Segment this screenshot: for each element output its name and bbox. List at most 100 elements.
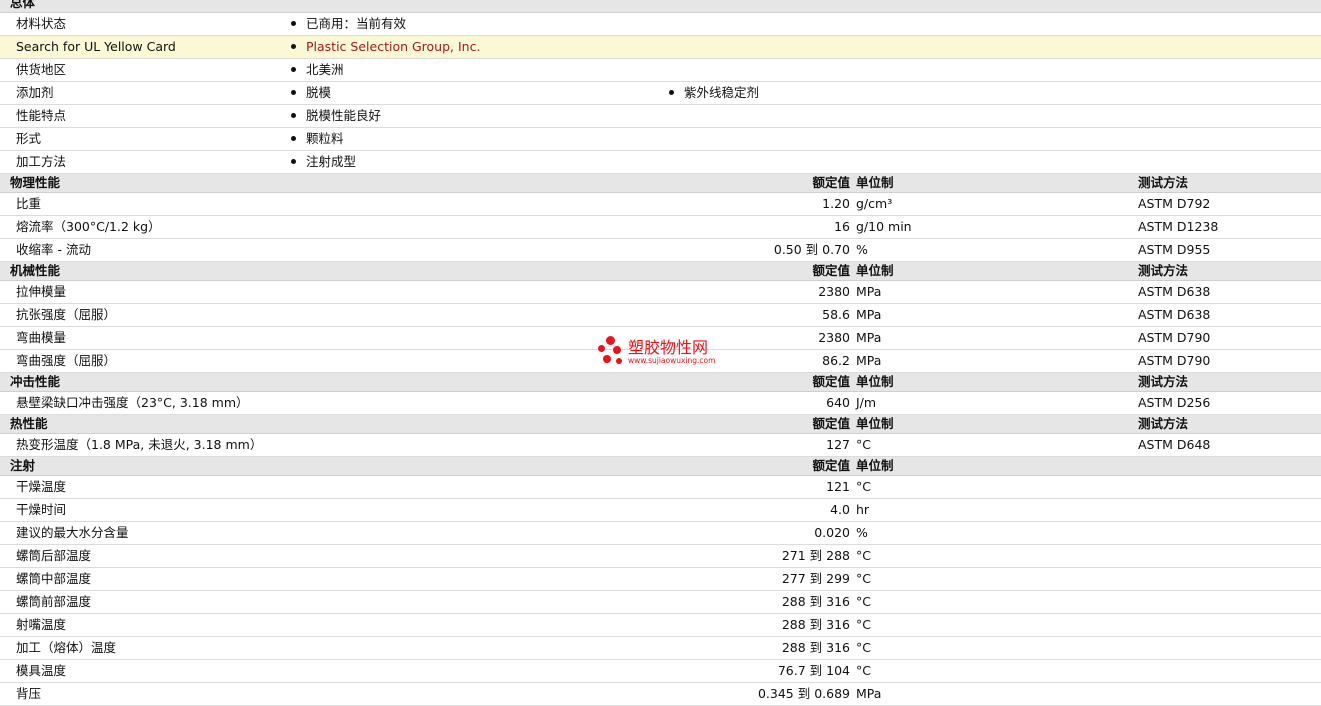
- row-value: 76.7 到 104: [777, 663, 850, 678]
- logo-dot-icon: [616, 358, 622, 364]
- general-row-status: 材料状态 已商用：当前有效: [0, 13, 1321, 36]
- row-label: 比重: [16, 196, 42, 211]
- row-unit: %: [856, 242, 868, 257]
- row-unit: °C: [856, 437, 871, 452]
- row-value: 2380: [818, 284, 850, 299]
- row-test-method: ASTM D792: [1138, 196, 1211, 211]
- section-title: 物理性能: [10, 175, 61, 190]
- property-row: 螺筒后部温度 271 到 288 °C: [0, 545, 1321, 568]
- row-unit: °C: [856, 548, 871, 563]
- column-header-value: 额定值: [812, 458, 850, 473]
- row-label: 干燥温度: [16, 479, 67, 494]
- supplier-link[interactable]: Plastic Selection Group, Inc.: [306, 39, 480, 54]
- row-value: 0.50 到 0.70: [773, 242, 850, 257]
- row-unit: °C: [856, 479, 871, 494]
- row-label: 收缩率 - 流动: [16, 242, 91, 257]
- row-label: 干燥时间: [16, 502, 67, 517]
- row-test-method: ASTM D955: [1138, 242, 1211, 257]
- column-header-unit: 单位制: [856, 374, 894, 389]
- column-header-unit: 单位制: [856, 263, 894, 278]
- row-label: 供货地区: [16, 62, 67, 77]
- row-label: 性能特点: [16, 108, 67, 123]
- row-value: 脱模: [291, 82, 331, 104]
- row-unit: %: [856, 525, 868, 540]
- property-row: 干燥温度 121 °C: [0, 476, 1321, 499]
- row-label: 抗张强度（屈服）: [16, 307, 117, 322]
- watermark-url: www.sujiaowuxing.com: [628, 356, 716, 365]
- row-test-method: ASTM D790: [1138, 330, 1211, 345]
- section-header-thermal: 热性能 额定值 单位制 测试方法: [0, 415, 1321, 434]
- row-label: 热变形温度（1.8 MPa, 未退火, 3.18 mm）: [16, 437, 263, 452]
- column-header-unit: 单位制: [856, 175, 894, 190]
- row-unit: g/10 min: [856, 219, 912, 234]
- row-test-method: ASTM D638: [1138, 307, 1211, 322]
- column-header-test: 测试方法: [1138, 416, 1189, 431]
- row-test-method: ASTM D790: [1138, 353, 1211, 368]
- row-value: 640: [826, 395, 850, 410]
- row-value: 已商用：当前有效: [291, 13, 406, 35]
- row-test-method: ASTM D1238: [1138, 219, 1219, 234]
- row-unit: °C: [856, 640, 871, 655]
- row-value: 1.20: [822, 196, 850, 211]
- watermark-logo: 塑胶物性网 www.sujiaowuxing.com: [598, 336, 738, 370]
- general-row-ul-yellow-card[interactable]: Search for UL Yellow Card Plastic Select…: [0, 36, 1321, 59]
- bullet-icon: [291, 136, 296, 141]
- property-row: 射嘴温度 288 到 316 °C: [0, 614, 1321, 637]
- section-header-injection: 注射 额定值 单位制: [0, 457, 1321, 476]
- row-unit: J/m: [856, 395, 877, 410]
- general-row-features: 性能特点 脱模性能良好: [0, 105, 1321, 128]
- row-value: 58.6: [822, 307, 850, 322]
- row-value: 脱模性能良好: [291, 105, 381, 127]
- bullet-icon: [291, 90, 296, 95]
- row-value: 288 到 316: [781, 640, 850, 655]
- row-label: 螺筒后部温度: [16, 548, 92, 563]
- row-value: 0.020: [814, 525, 850, 540]
- row-unit: hr: [856, 502, 870, 517]
- ul-yellow-card-link[interactable]: Search for UL Yellow Card: [16, 36, 176, 58]
- property-row: 干燥时间 4.0 hr: [0, 499, 1321, 522]
- row-label: 熔流率（300°C/1.2 kg）: [16, 219, 161, 234]
- row-test-method: ASTM D256: [1138, 395, 1211, 410]
- section-header-general: 总体: [0, 0, 1321, 13]
- row-label: 背压: [16, 686, 42, 701]
- column-header-unit: 单位制: [856, 416, 894, 431]
- section-title: 机械性能: [10, 263, 61, 278]
- column-header-test: 测试方法: [1138, 175, 1189, 190]
- property-row: 加工（熔体）温度 288 到 316 °C: [0, 637, 1321, 660]
- general-row-processing: 加工方法 注射成型: [0, 151, 1321, 174]
- row-unit: °C: [856, 594, 871, 609]
- row-value: 0.345 到 0.689: [757, 686, 850, 701]
- row-label: 螺筒中部温度: [16, 571, 92, 586]
- section-header-impact: 冲击性能 额定值 单位制 测试方法: [0, 373, 1321, 392]
- row-unit: MPa: [856, 353, 882, 368]
- watermark-title: 塑胶物性网: [628, 338, 709, 357]
- row-label: 螺筒前部温度: [16, 594, 92, 609]
- row-unit: MPa: [856, 284, 882, 299]
- general-row-form: 形式 颗粒料: [0, 128, 1321, 151]
- row-value[interactable]: Plastic Selection Group, Inc.: [291, 36, 480, 58]
- row-label: 形式: [16, 131, 42, 146]
- section-title: 热性能: [10, 416, 48, 431]
- logo-dot-icon: [613, 346, 621, 354]
- row-value: 4.0: [830, 502, 850, 517]
- logo-dot-icon: [603, 355, 611, 363]
- property-row: 熔流率（300°C/1.2 kg） 16 g/10 min ASTM D1238: [0, 216, 1321, 239]
- row-value: 288 到 316: [781, 617, 850, 632]
- column-header-unit: 单位制: [856, 458, 894, 473]
- row-label: 加工（熔体）温度: [16, 640, 117, 655]
- property-row: 模具温度 76.7 到 104 °C: [0, 660, 1321, 683]
- row-value: 86.2: [822, 353, 850, 368]
- row-value: 紫外线稳定剂: [669, 82, 759, 104]
- row-value: 277 到 299: [781, 571, 850, 586]
- column-header-value: 额定值: [812, 263, 850, 278]
- row-label: 弯曲强度（屈服）: [16, 353, 117, 368]
- general-row-additives: 添加剂 脱模 紫外线稳定剂: [0, 82, 1321, 105]
- section-title: 注射: [10, 458, 36, 473]
- property-row: 悬壁梁缺口冲击强度（23°C, 3.18 mm） 640 J/m ASTM D2…: [0, 392, 1321, 415]
- logo-dot-icon: [598, 345, 605, 352]
- property-row: 建议的最大水分含量 0.020 %: [0, 522, 1321, 545]
- general-row-region: 供货地区 北美洲: [0, 59, 1321, 82]
- property-row: 背压 0.345 到 0.689 MPa: [0, 683, 1321, 706]
- section-header-mechanical: 机械性能 额定值 单位制 测试方法: [0, 262, 1321, 281]
- row-test-method: ASTM D648: [1138, 437, 1211, 452]
